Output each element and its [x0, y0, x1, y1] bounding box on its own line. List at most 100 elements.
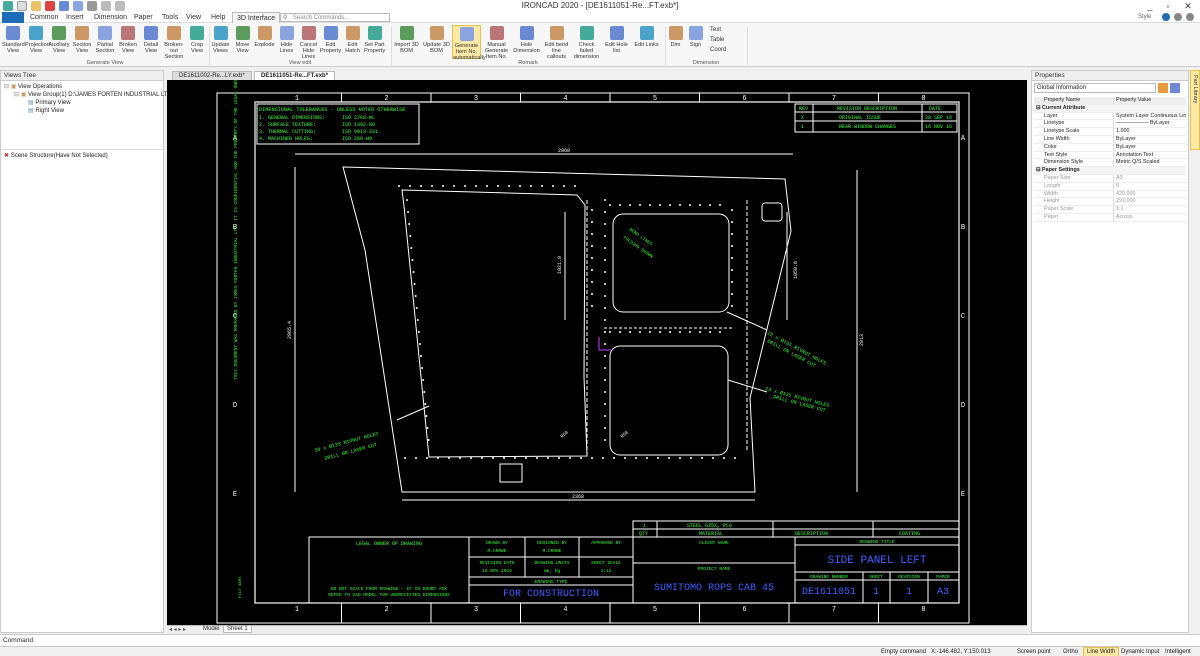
ribbon-button-import-3d-bom[interactable]: Import 3D BOM [392, 25, 421, 59]
property-row[interactable]: Width 420.000 [1034, 190, 1186, 199]
tab-help[interactable]: Help [207, 12, 229, 23]
drawing-number-value: DE1611051 [802, 587, 856, 598]
tab-dimension[interactable]: Dimension [90, 12, 131, 23]
ribbon-button-label: Section View [72, 42, 92, 54]
ribbon-button-explode[interactable]: Explode [254, 25, 275, 59]
ribbon-button-crop-view[interactable]: Crop View [186, 25, 208, 59]
rivnut-hole [669, 204, 671, 206]
ribbon-button-broken-view[interactable]: Broken View [117, 25, 139, 59]
ribbon-button-hole-dimension[interactable]: Hole Dimension [512, 25, 541, 59]
ribbon-button-standard-view[interactable]: Standard View [2, 25, 25, 59]
ribbon-button-partial-section[interactable]: Partial Section [94, 25, 116, 59]
property-row[interactable]: Linetype —————— ByLayer [1034, 120, 1186, 129]
drawing-units-value: mm, kg [544, 568, 561, 574]
sheet-nav-arrows[interactable]: ◂ ◂ ▸ ▸ [169, 626, 186, 633]
file-menu-button[interactable] [2, 12, 24, 23]
ribbon-button-set-part-property[interactable]: Set Part Property [364, 25, 385, 59]
zone-label-right: B [961, 224, 965, 232]
property-row[interactable]: Color ByLayer [1034, 143, 1186, 152]
help-icon[interactable] [1162, 13, 1170, 21]
ribbon-button-broken-out-section[interactable]: Broken-out Section [163, 25, 185, 60]
tab-common[interactable]: Common [26, 12, 62, 23]
property-row[interactable]: Paper Size A3 [1034, 174, 1186, 183]
property-value: 0 [1116, 182, 1119, 189]
properties-selector[interactable]: Global Information [1034, 83, 1156, 93]
dynamic-input-toggle[interactable]: Dynamic Input [1118, 647, 1162, 656]
ribbon-button-dim[interactable]: Dim [666, 25, 685, 59]
ribbon-button-label: Dim [670, 42, 681, 48]
tree-view-group[interactable]: ⊟ ▣ View Group(1) D:\JAMES FORTEN INDUST… [4, 91, 178, 99]
settings-icon[interactable] [1174, 13, 1182, 21]
screen-point-toggle[interactable]: Screen point [1014, 647, 1054, 656]
intelligent-toggle[interactable]: Intelligent [1162, 647, 1194, 656]
property-row[interactable]: Height 297.000 [1034, 198, 1186, 207]
tree-right-view[interactable]: ▤ Right View [4, 107, 160, 115]
command-line[interactable]: Command: [0, 634, 1200, 646]
style-dropdown[interactable]: Style [1138, 12, 1151, 23]
tree-scene-structure[interactable]: ✖ Scene Structure(Have Not Selected) [4, 152, 108, 160]
ribbon-button-edit-bend-line-callouts[interactable]: Edit bend line callouts [542, 25, 571, 60]
ribbon-button-auxiliary-view[interactable]: Auxiliary View [48, 25, 70, 59]
filter-icon[interactable] [1170, 83, 1180, 93]
tab-paper[interactable]: Paper [130, 12, 157, 23]
part-library-side-tab[interactable]: Part Library [1190, 70, 1200, 150]
ribbon-button-edit-links[interactable]: Edit Links [632, 25, 661, 59]
line-width-toggle[interactable]: Line Width [1083, 647, 1120, 656]
ribbon-button-section-view[interactable]: Section View [71, 25, 93, 59]
sheet-tab-1[interactable]: Sheet 1 [223, 625, 252, 633]
ribbon-button-edit-property[interactable]: Edit Property [320, 25, 341, 59]
menu-bar: Common Insert Dimension Paper Tools View… [0, 12, 1200, 23]
pick-icon[interactable] [1158, 83, 1168, 93]
ribbon-small-table[interactable]: Table [710, 37, 724, 43]
ribbon-button-cancel-hide-lines[interactable]: Cancel Hide Lines [298, 25, 319, 60]
ribbon-button-move-view[interactable]: Move View [232, 25, 253, 59]
ribbon-button-detail-view[interactable]: Detail View [140, 25, 162, 59]
ribbon-button-edit-hatch[interactable]: Edit Hatch [342, 25, 363, 59]
ribbon-button-edit-hole-list[interactable]: Edit Hole list [602, 25, 631, 59]
close-button[interactable]: ✕ [1178, 0, 1198, 12]
doc-tab-1[interactable]: DE1611002-Re...LY.exb* [172, 71, 252, 80]
property-value: ByLayer [1116, 135, 1136, 142]
drawing-canvas[interactable]: 1 1 2 2 3 3 4 4 5 5 6 6 7 7 8 8 A A B B C C D D E E DIMENSIONAL TO… [167, 75, 1027, 625]
ribbon-button-generate-item-no-automatically[interactable]: Generate Item No. automatically [452, 25, 486, 61]
ribbon-small-coord[interactable]: Coord [710, 47, 726, 53]
tab-insert[interactable]: Insert [62, 12, 88, 23]
property-row[interactable]: Dimension Style Metric Q/S Scaled [1034, 159, 1186, 168]
property-row[interactable]: Paper Across [1034, 213, 1186, 222]
ribbon-button-check-failed-dimension[interactable]: Check failed dimension [572, 25, 601, 60]
tab-view[interactable]: View [182, 12, 205, 23]
rivnut-hole [574, 185, 576, 187]
ribbon-button-hide-lines[interactable]: Hide Lines [276, 25, 297, 59]
ribbon-button-update-views[interactable]: Update Views [210, 25, 231, 59]
property-row[interactable]: Linetype Scale 1.000 [1034, 128, 1186, 136]
ribbon-button-manual-generate-item-no-[interactable]: Manual Generate Item No. [482, 25, 511, 60]
tab-tools[interactable]: Tools [158, 12, 182, 23]
tree-view-operations[interactable]: ⊟ ▣ View Operations [4, 83, 160, 91]
maximize-button[interactable]: ▫ [1158, 0, 1178, 12]
doc-tab-2[interactable]: DE1611051-Re...FT.exb* [254, 71, 336, 80]
info-icon[interactable] [1186, 13, 1194, 21]
ribbon-button-update-3d-bom[interactable]: Update 3D BOM [422, 25, 451, 59]
command-label: Command: [3, 637, 35, 644]
zone-label-top: 8 [921, 95, 925, 103]
properties-section[interactable]: ⊟ Current Attribute [1034, 104, 1186, 113]
sheet-tab-model[interactable]: Model [203, 626, 219, 632]
property-row[interactable]: Line Width ByLayer [1034, 135, 1186, 144]
ribbon-button-projection-view[interactable]: Projection View [25, 25, 50, 59]
properties-section[interactable]: ⊟ Paper Settings [1034, 167, 1186, 175]
ribbon-small-text[interactable]: Text [710, 27, 721, 33]
tree-primary-view[interactable]: ▤ Primary View [4, 99, 160, 107]
property-row[interactable]: Text Style Annotation Text [1034, 151, 1186, 160]
property-row[interactable]: Paper Scale 1:1 [1034, 206, 1186, 214]
search-commands-input[interactable]: Search Commands... [280, 13, 390, 22]
ribbon-button-label: Edit Links [634, 42, 659, 48]
ortho-toggle[interactable]: Ortho [1060, 647, 1081, 656]
tab-3d-interface[interactable]: 3D Interface [232, 12, 281, 23]
import-3d-bom-icon [399, 26, 414, 40]
rivnut-hole [591, 457, 593, 459]
minimize-button[interactable]: _ [1140, 0, 1160, 12]
property-name: Length [1034, 182, 1114, 190]
property-row[interactable]: Length 0 [1034, 182, 1186, 191]
ribbon-button-sign[interactable]: Sign [686, 25, 705, 59]
property-row[interactable]: LayerSystem Layer Continuous Lines... [1034, 112, 1186, 121]
